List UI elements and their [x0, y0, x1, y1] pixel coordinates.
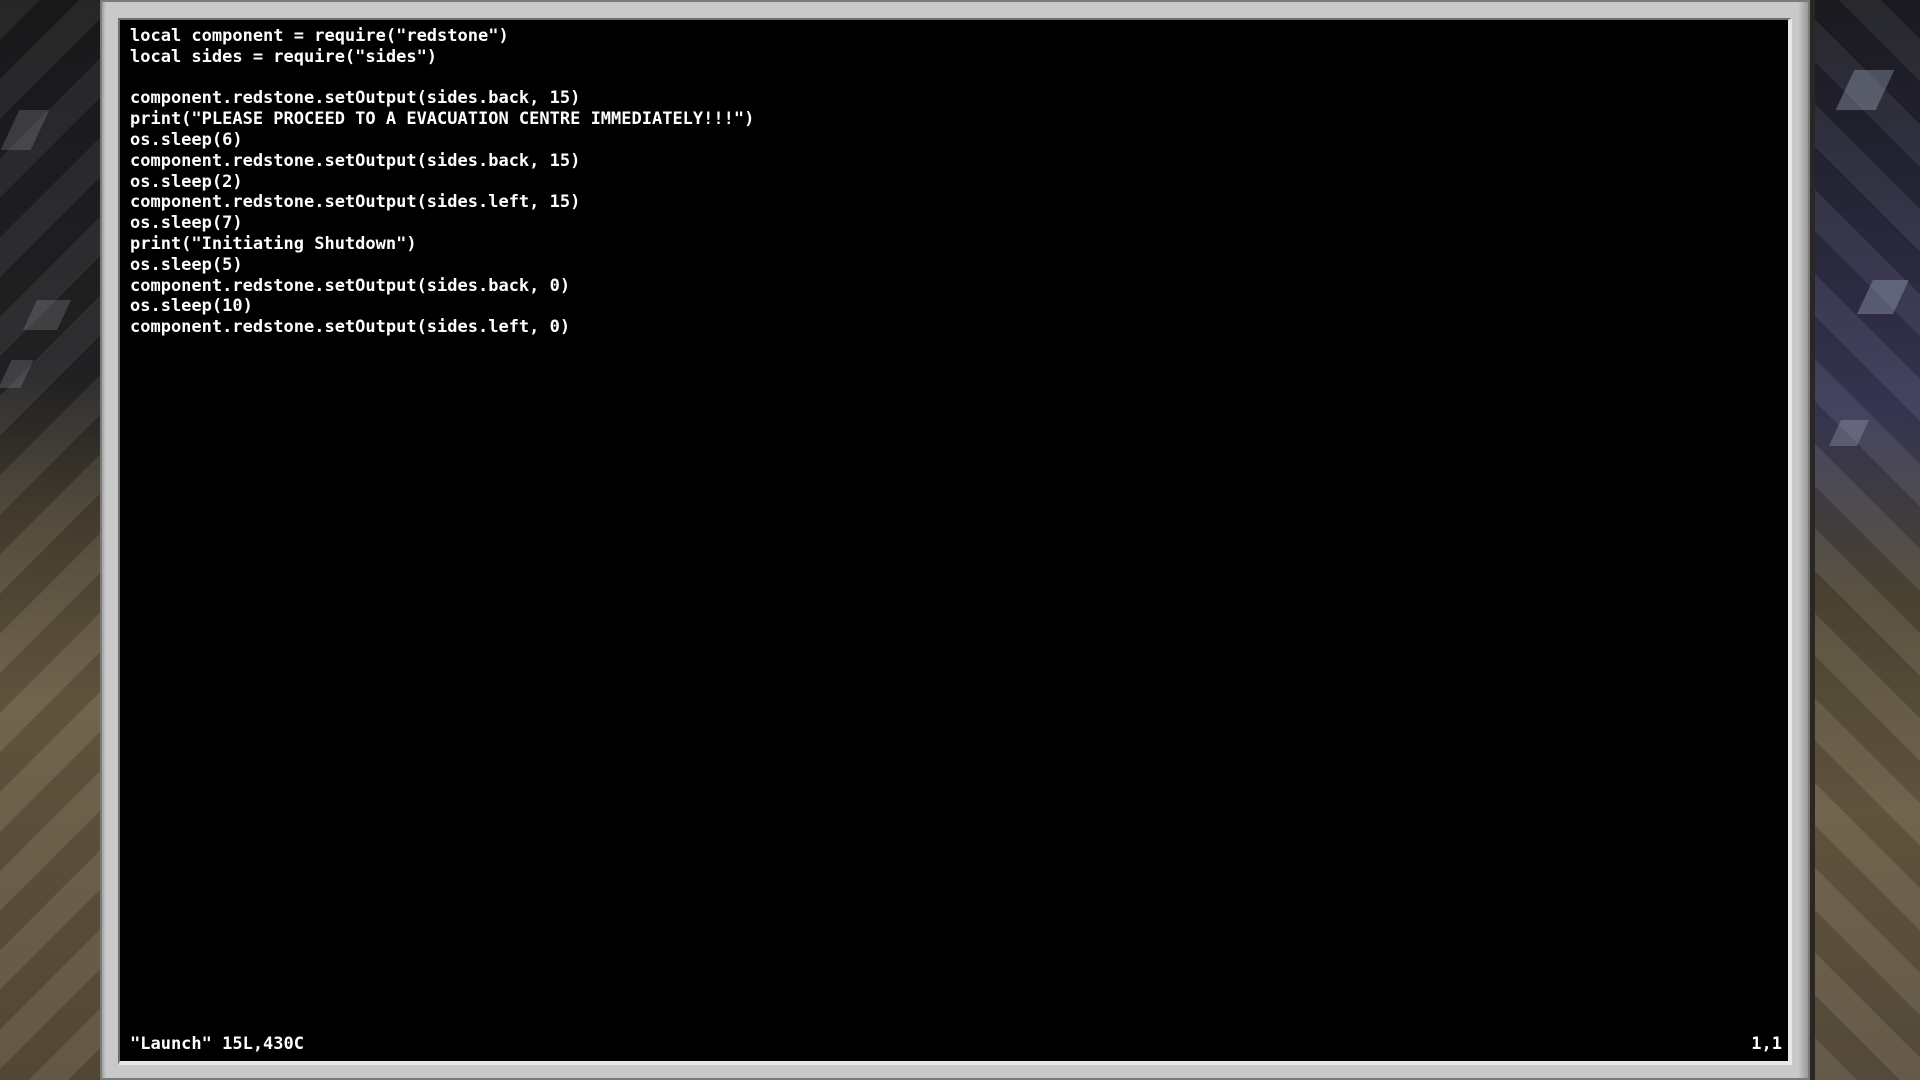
- code-line[interactable]: print("Initiating Shutdown"): [130, 234, 754, 255]
- background-scenery-right: [1815, 0, 1920, 1080]
- code-line[interactable]: component.redstone.setOutput(sides.left,…: [130, 317, 754, 338]
- background-scenery-left: [0, 0, 100, 1080]
- background-tile: [23, 300, 71, 330]
- cursor-position-label: 1,1: [1751, 1034, 1782, 1054]
- background-tile: [1828, 420, 1870, 446]
- code-line[interactable]: [130, 68, 754, 89]
- code-line[interactable]: local component = require("redstone"): [130, 26, 754, 47]
- code-line[interactable]: local sides = require("sides"): [130, 47, 754, 68]
- file-info-label: "Launch" 15L,430C: [130, 1034, 304, 1054]
- code-line[interactable]: print("PLEASE PROCEED TO A EVACUATION CE…: [130, 109, 754, 130]
- background-tile: [0, 110, 50, 150]
- editor-status-bar: "Launch" 15L,430C 1,1: [130, 1033, 1782, 1055]
- code-line[interactable]: os.sleep(10): [130, 296, 754, 317]
- background-tile: [1857, 280, 1909, 314]
- code-line[interactable]: component.redstone.setOutput(sides.back,…: [130, 88, 754, 109]
- text-editor-buffer[interactable]: local component = require("redstone") lo…: [130, 26, 754, 338]
- code-line[interactable]: component.redstone.setOutput(sides.back,…: [130, 151, 754, 172]
- game-world-background: local component = require("redstone") lo…: [0, 0, 1920, 1080]
- code-line[interactable]: os.sleep(7): [130, 213, 754, 234]
- code-line[interactable]: os.sleep(6): [130, 130, 754, 151]
- terminal-screen[interactable]: local component = require("redstone") lo…: [118, 18, 1792, 1065]
- background-tile: [1835, 70, 1895, 110]
- background-tile: [0, 360, 34, 388]
- code-line[interactable]: os.sleep(5): [130, 255, 754, 276]
- code-line[interactable]: component.redstone.setOutput(sides.back,…: [130, 276, 754, 297]
- code-line[interactable]: os.sleep(2): [130, 172, 754, 193]
- code-line[interactable]: component.redstone.setOutput(sides.left,…: [130, 192, 754, 213]
